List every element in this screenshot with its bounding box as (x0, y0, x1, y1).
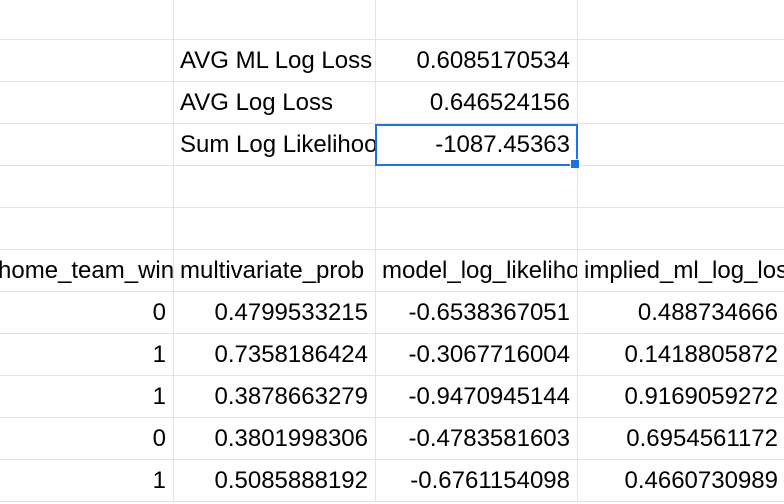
cell-implied-ml-log-loss[interactable]: 0.6954561172 (578, 418, 784, 460)
cell-model-log-likelihood[interactable]: -0.6761154098 (376, 460, 578, 502)
sum-log-likelihood-value[interactable]: -1087.45363 (376, 124, 578, 166)
cell-multivariate-prob[interactable]: 0.7358186424 (174, 334, 376, 376)
cell[interactable] (578, 40, 784, 82)
cell[interactable] (376, 166, 578, 208)
cell[interactable] (0, 124, 174, 166)
cell-implied-ml-log-loss[interactable]: 0.488734666 (578, 292, 784, 334)
cell[interactable] (174, 0, 376, 40)
sheet-row (0, 166, 784, 208)
sheet-row (0, 208, 784, 250)
cell[interactable] (578, 0, 784, 40)
table-row: 0 0.4799533215 -0.6538367051 0.488734666 (0, 292, 784, 334)
header-implied-ml-log-loss[interactable]: implied_ml_log_loss (578, 250, 784, 292)
cell-home-team-win[interactable]: 1 (0, 334, 174, 376)
cell-model-log-likelihood[interactable]: -0.4783581603 (376, 418, 578, 460)
cell[interactable] (376, 0, 578, 40)
cell[interactable] (578, 82, 784, 124)
cell[interactable] (0, 166, 174, 208)
cell-model-log-likelihood[interactable]: -0.9470945144 (376, 376, 578, 418)
cell-implied-ml-log-loss[interactable]: 0.1418805872 (578, 334, 784, 376)
cell[interactable] (578, 166, 784, 208)
cell-home-team-win[interactable]: 0 (0, 418, 174, 460)
cell-home-team-win[interactable]: 0 (0, 292, 174, 334)
summary-row: AVG Log Loss 0.646524156 (0, 82, 784, 124)
cell[interactable] (0, 0, 174, 40)
cell-home-team-win[interactable]: 1 (0, 460, 174, 502)
header-multivariate-prob[interactable]: multivariate_prob (174, 250, 376, 292)
cell-multivariate-prob[interactable]: 0.5085888192 (174, 460, 376, 502)
cell-multivariate-prob[interactable]: 0.3878663279 (174, 376, 376, 418)
table-row: 1 0.5085888192 -0.6761154098 0.466073098… (0, 460, 784, 502)
cell-home-team-win[interactable]: 1 (0, 376, 174, 418)
cell-model-log-likelihood[interactable]: -0.6538367051 (376, 292, 578, 334)
cell-implied-ml-log-loss[interactable]: 0.9169059272 (578, 376, 784, 418)
sheet-row (0, 0, 784, 40)
avg-ml-log-loss-label[interactable]: AVG ML Log Loss (174, 40, 376, 82)
cell[interactable] (174, 166, 376, 208)
cell[interactable] (0, 40, 174, 82)
spreadsheet-grid[interactable]: AVG ML Log Loss 0.6085170534 AVG Log Los… (0, 0, 784, 504)
avg-ml-log-loss-value[interactable]: 0.6085170534 (376, 40, 578, 82)
header-home-team-win[interactable]: home_team_win (0, 250, 174, 292)
cell-implied-ml-log-loss[interactable]: 0.4660730989 (578, 460, 784, 502)
summary-row: AVG ML Log Loss 0.6085170534 (0, 40, 784, 82)
avg-log-loss-label[interactable]: AVG Log Loss (174, 82, 376, 124)
cell-model-log-likelihood[interactable]: -0.3067716004 (376, 334, 578, 376)
header-row: home_team_win multivariate_prob model_lo… (0, 250, 784, 292)
table-row: 0 0.3801998306 -0.4783581603 0.695456117… (0, 418, 784, 460)
avg-log-loss-value[interactable]: 0.646524156 (376, 82, 578, 124)
cell[interactable] (376, 208, 578, 250)
cell[interactable] (0, 82, 174, 124)
cell-multivariate-prob[interactable]: 0.3801998306 (174, 418, 376, 460)
cell[interactable] (578, 208, 784, 250)
cell[interactable] (0, 208, 174, 250)
table-row: 1 0.7358186424 -0.3067716004 0.141880587… (0, 334, 784, 376)
fill-handle[interactable] (570, 159, 580, 169)
summary-row: Sum Log Likelihood -1087.45363 (0, 124, 784, 166)
table-row: 1 0.3878663279 -0.9470945144 0.916905927… (0, 376, 784, 418)
cell-multivariate-prob[interactable]: 0.4799533215 (174, 292, 376, 334)
sum-log-likelihood-label[interactable]: Sum Log Likelihood (174, 124, 376, 166)
cell[interactable] (174, 208, 376, 250)
cell[interactable] (578, 124, 784, 166)
header-model-log-likelihood[interactable]: model_log_likelihood (376, 250, 578, 292)
